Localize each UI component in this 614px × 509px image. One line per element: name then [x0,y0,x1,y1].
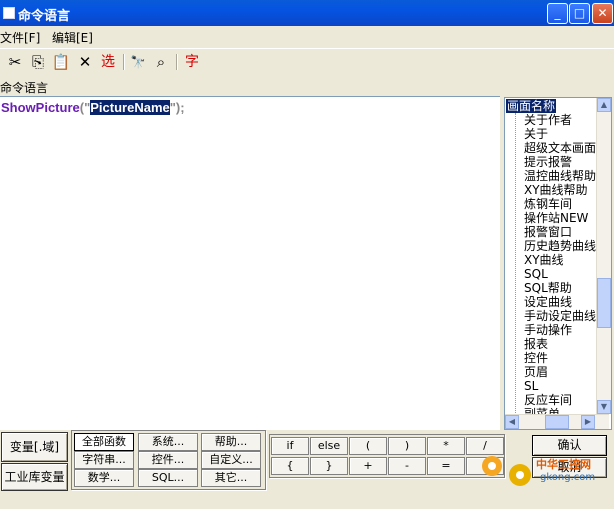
cut-icon[interactable]: ✂ [5,52,25,72]
list-item[interactable]: XY曲线 [524,253,564,267]
operator-button[interactable]: ) [388,437,426,455]
toolbar: ✂ ⎘ 📋 ✕ 选 🔭 ⌕ 字 [0,48,614,75]
operator-button[interactable]: * [427,437,465,455]
list-item[interactable]: 控件 [524,351,548,365]
find-icon[interactable]: 🔭 [128,52,148,72]
list-item[interactable]: XY曲线帮助 [524,183,588,197]
list-item[interactable]: 历史趋势曲线 [524,239,596,253]
code-editor[interactable]: ShowPicture("PictureName"); [0,96,500,430]
list-item[interactable]: 超级文本画面 [524,141,596,155]
menu-edit[interactable]: 编辑[E] [52,29,93,46]
scroll-up-icon[interactable]: ▲ [597,98,611,112]
maximize-button[interactable]: □ [569,3,590,24]
menu-bar: 文件[F] 编辑[E] [0,26,614,46]
select-button[interactable]: 选 [98,52,118,72]
list-item[interactable]: 页眉 [524,365,548,379]
list-item[interactable]: 反应车间 [524,393,572,407]
toolbar-separator [123,54,125,70]
function-button[interactable]: 系统... [138,433,198,451]
function-button[interactable]: SQL... [138,469,198,487]
list-item[interactable]: 报警窗口 [524,225,572,239]
scroll-thumb[interactable] [597,278,611,328]
minimize-button[interactable]: _ [547,3,568,24]
variable-button[interactable]: 变量[.域] [1,432,68,462]
title-bar: 命令语言 _ □ ✕ [0,0,614,26]
list-item[interactable]: 温控曲线帮助 [524,169,596,183]
picture-list-header[interactable]: 画面名称 [506,99,557,113]
list-item[interactable]: 报表 [524,337,548,351]
function-button[interactable]: 全部函数 [74,433,134,451]
list-item[interactable]: 设定曲线 [524,295,572,309]
window-icon [3,7,15,19]
scroll-right-icon[interactable]: ▶ [581,415,595,429]
operator-button[interactable]: if [271,437,309,455]
code-open: (" [79,100,91,115]
list-item[interactable]: 炼钢车间 [524,197,572,211]
code-close: "); [169,100,185,115]
function-button[interactable]: 数学... [74,469,134,487]
selected-argument: PictureName [90,100,170,115]
picture-list[interactable]: 画面名称 关于作者 关于 超级文本画面 提示报警 温控曲线帮助 XY曲线帮助 炼钢车间 操作站… [504,97,612,430]
window-title: 命令语言 [18,9,71,24]
operator-button[interactable]: } [310,457,348,475]
list-item[interactable]: SQL帮助 [524,281,572,295]
scroll-down-icon[interactable]: ▼ [597,400,611,414]
operator-button[interactable]: { [271,457,309,475]
menu-file[interactable]: 文件[F] [0,29,40,46]
function-button[interactable]: 帮助... [201,433,261,451]
operator-button[interactable]: else [310,437,348,455]
delete-icon[interactable]: ✕ [75,52,95,72]
toolbar-separator [176,54,178,70]
function-button[interactable]: 控件... [138,451,198,469]
watermark-url: gkong.com [540,472,596,483]
watermark-text: 中华工控网 [536,458,591,471]
replace-icon[interactable]: ⌕ [151,52,171,72]
close-button[interactable]: ✕ [592,3,613,24]
list-item[interactable]: 操作站NEW [524,211,588,225]
function-name: ShowPicture [1,100,80,115]
copy-icon[interactable]: ⎘ [28,52,48,72]
list-item[interactable]: SQL [524,267,548,281]
vertical-scrollbar[interactable]: ▲ ▼ [596,98,611,414]
list-item[interactable]: 手动设定曲线 [524,309,596,323]
paste-icon[interactable]: 📋 [51,52,71,72]
db-variable-button[interactable]: 工业库变量 [1,463,68,491]
scroll-left-icon[interactable]: ◀ [505,415,519,429]
editor-caption: 命令语言 [0,81,49,95]
watermark-logo: 中华工控网 gkong.com [478,448,614,488]
function-button[interactable]: 字符串... [74,451,134,469]
operator-button[interactable]: - [388,457,426,475]
list-item[interactable]: 手动操作 [524,323,572,337]
list-item[interactable]: SL [524,379,538,393]
operator-button[interactable]: ( [349,437,387,455]
list-item[interactable]: 关于作者 [524,113,572,127]
tree-line [515,113,516,413]
function-button[interactable]: 自定义... [201,451,261,469]
code-line[interactable]: ShowPicture("PictureName"); [1,100,185,115]
font-button[interactable]: 字 [182,52,202,72]
function-button[interactable]: 其它... [201,469,261,487]
list-item[interactable]: 提示报警 [524,155,572,169]
list-item[interactable]: 关于 [524,127,548,141]
hscroll-thumb[interactable] [545,415,569,429]
horizontal-scrollbar[interactable]: ◀ ▶ [505,414,609,429]
operator-button[interactable]: + [349,457,387,475]
operator-button[interactable]: = [427,457,465,475]
